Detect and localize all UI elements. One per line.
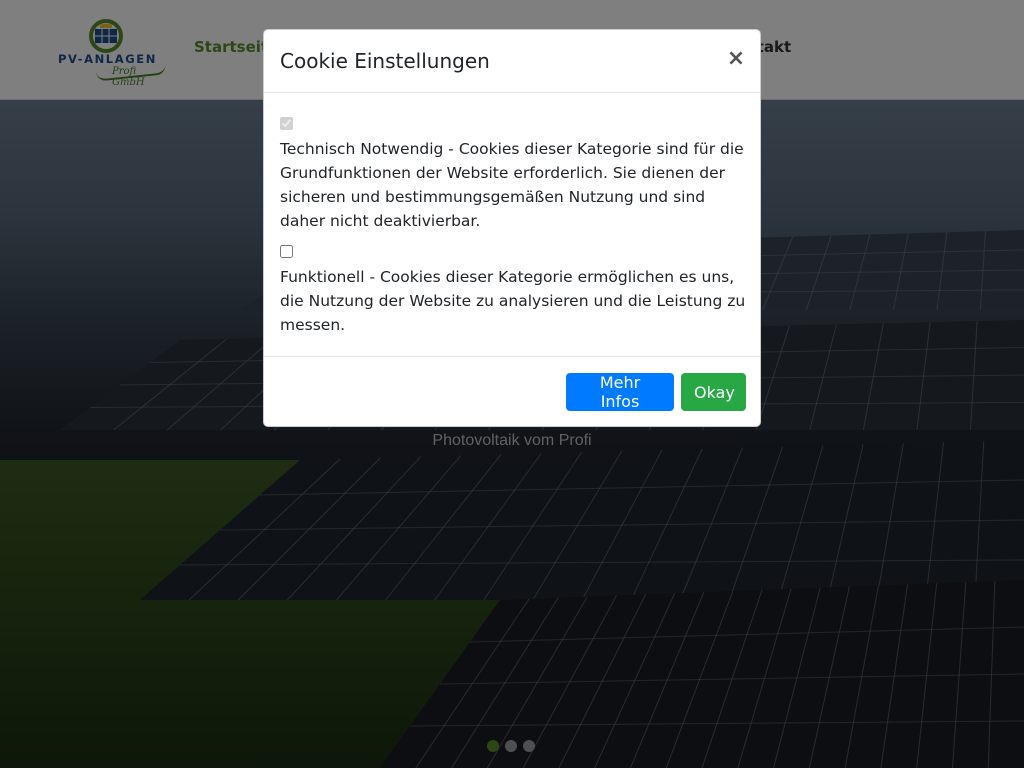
cookie-option-necessary: Technisch Notwendig - Cookies dieser Kat… (280, 113, 746, 233)
modal-title: Cookie Einstellungen (280, 49, 490, 73)
modal-body: Technisch Notwendig - Cookies dieser Kat… (264, 93, 760, 357)
okay-button[interactable]: Okay (681, 373, 746, 411)
close-button[interactable]: × (726, 44, 746, 74)
cookie-option-functional: Funktionell - Cookies dieser Kategorie e… (280, 241, 746, 337)
functional-label: Funktionell - Cookies dieser Kategorie e… (280, 268, 746, 334)
modal-header: Cookie Einstellungen × (264, 30, 760, 93)
checkbox-wrap (280, 241, 746, 265)
necessary-label: Technisch Notwendig - Cookies dieser Kat… (280, 140, 744, 230)
more-info-button[interactable]: Mehr Infos (566, 373, 674, 411)
checkbox-wrap (280, 113, 746, 137)
necessary-checkbox[interactable] (280, 117, 293, 130)
functional-checkbox[interactable] (280, 245, 293, 258)
modal-footer: Mehr Infos Okay (264, 357, 760, 427)
cookie-settings-modal: Cookie Einstellungen × Technisch Notwend… (263, 29, 761, 427)
